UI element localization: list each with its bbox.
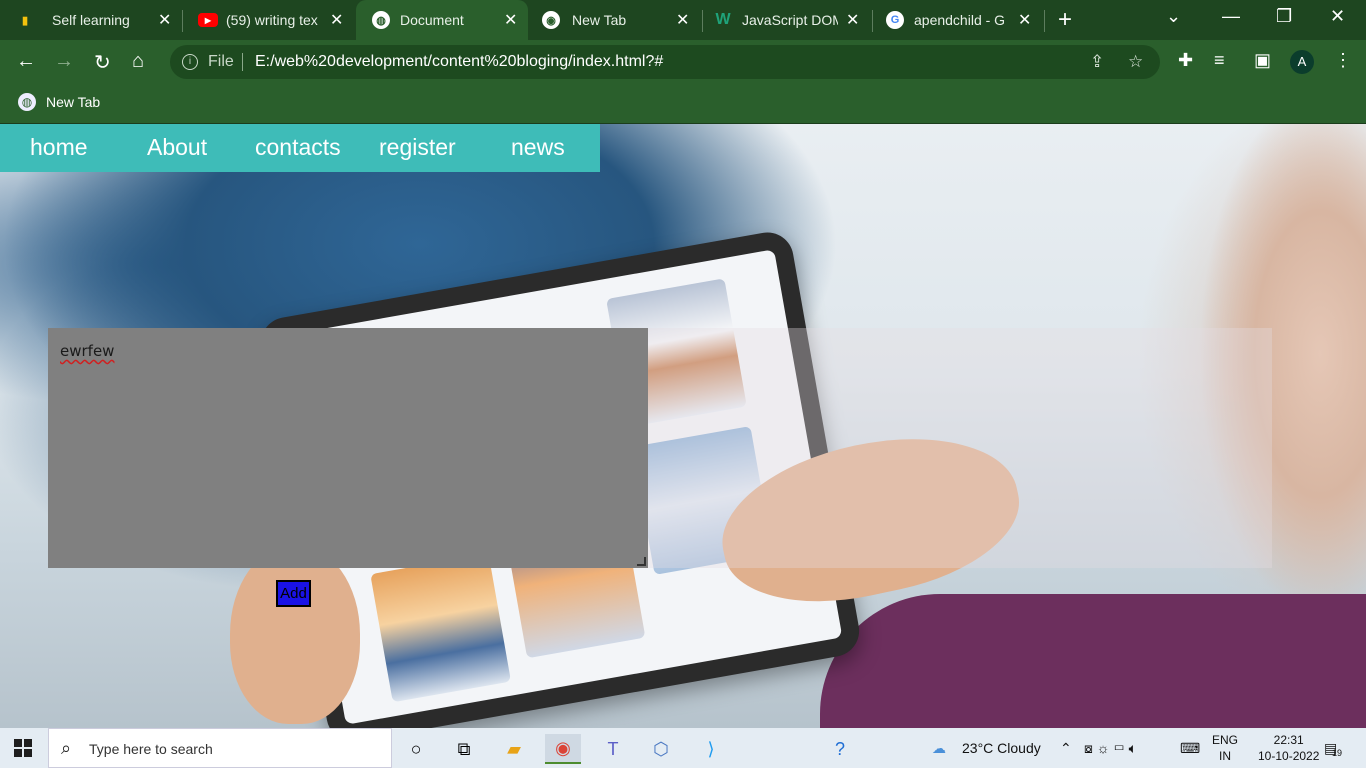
globe-icon: ◍ [18,93,36,111]
bookmark-new-tab[interactable]: ◍ New Tab [18,93,100,111]
windows-taskbar: ⌕ Type here to search ○ ⧉ ▰ ◉ T ⬡ ⟩ ? ☁ … [0,728,1366,768]
tab-apendchild[interactable]: G apendchild - G ✕ [874,0,1044,40]
chrome-taskbar-icon[interactable]: ◉ [545,734,581,764]
scheme-label: File [208,53,234,70]
tab-self-learning[interactable]: ▮ Self learning ✕ [0,0,180,40]
share-icon[interactable]: ⇪ [1090,52,1104,72]
page-viewport: home About contacts register news ewrfew… [0,124,1366,728]
close-icon[interactable]: ✕ [1018,10,1031,30]
tab-label: JavaScript DOM [742,12,838,28]
tray-icons[interactable]: ⧇ ☼ ▭ 🔈︎ [1084,740,1137,757]
close-icon[interactable]: ✕ [330,10,343,30]
tablet-thumbnail [370,553,512,703]
w-icon: W [715,11,731,28]
globe-icon: ◍ [372,11,390,29]
tab-label: New Tab [572,12,627,28]
tab-document[interactable]: ◍ Document ✕ [356,0,528,40]
nav-news[interactable]: news [511,134,565,161]
cortana-circle-icon[interactable]: ○ [398,734,434,764]
resize-handle-icon[interactable] [637,557,646,566]
info-icon[interactable]: i [182,54,198,70]
lang-code: ENG [1212,733,1239,747]
tab-divider [872,10,873,32]
address-divider [242,53,243,71]
nav-home[interactable]: home [30,134,88,161]
notification-count: 19 [1332,748,1343,758]
3d-viewer-icon[interactable]: ⬡ [643,734,679,764]
window-close-icon[interactable]: ✕ [1330,6,1345,27]
google-icon: G [886,11,904,29]
home-icon[interactable]: ⌂ [132,50,144,73]
note-textarea[interactable]: ewrfew [48,328,648,568]
tab-strip: ▮ Self learning ✕ ▶ (59) writing tex ✕ ◍… [0,0,1366,40]
tab-label: Self learning [52,12,130,28]
search-placeholder: Type here to search [89,741,213,757]
star-icon[interactable]: ☆ [1128,52,1143,72]
cloud-icon[interactable]: ☁ [932,740,946,757]
browser-toolbar: ← → ↻ ⌂ i File E:/web%20development/cont… [0,40,1366,84]
media-queue-icon[interactable]: ≡ [1214,50,1225,71]
minimize-icon[interactable]: — [1222,6,1240,27]
menu-kebab-icon[interactable]: ⋮ [1334,50,1352,71]
address-bar[interactable]: i File E:/web%20development/content%20bl… [170,45,1160,79]
tab-divider [702,10,703,32]
tab-new-tab[interactable]: ◉ New Tab ✕ [530,0,700,40]
tab-label: apendchild - G [914,12,1006,28]
tab-search-chevron-icon[interactable]: ⌄ [1166,6,1181,27]
url-text[interactable]: E:/web%20development/content%20bloging/i… [255,53,663,71]
chrome-icon: ◉ [542,11,560,29]
tab-label: Document [400,12,464,28]
help-icon[interactable]: ? [822,734,858,764]
close-icon[interactable]: ✕ [504,10,517,30]
reload-icon[interactable]: ↻ [94,50,111,75]
task-view-icon[interactable]: ⧉ [446,734,482,764]
tab-divider [182,10,183,32]
tab-divider [1044,10,1045,32]
note-text: ewrfew [60,342,115,360]
close-icon[interactable]: ✕ [846,10,859,30]
nav-register[interactable]: register [379,134,456,161]
tab-label: (59) writing tex [226,12,318,28]
restore-icon[interactable]: ❐ [1276,6,1292,27]
add-button[interactable]: Add [276,580,311,607]
windows-start-icon[interactable] [14,739,32,757]
time: 22:31 [1273,733,1304,747]
new-tab-plus-icon[interactable]: + [1058,6,1072,34]
close-icon[interactable]: ✕ [158,10,171,30]
tab-youtube[interactable]: ▶ (59) writing tex ✕ [184,0,354,40]
keyboard-icon[interactable]: ⌨ [1180,740,1200,757]
taskbar-search[interactable]: ⌕ Type here to search [48,728,392,768]
site-navbar: home About contacts register news [0,124,600,172]
extensions-puzzle-icon[interactable]: ✚ [1178,50,1193,71]
bars-icon: ▮ [21,14,29,27]
teams-icon[interactable]: T [595,734,631,764]
vscode-icon[interactable]: ⟩ [693,734,729,764]
tab-javascript-dom[interactable]: W JavaScript DOM ✕ [704,0,870,40]
date: 10-10-2022 [1258,749,1320,763]
file-explorer-icon[interactable]: ▰ [496,734,532,764]
background-sleeve [820,594,1366,728]
profile-avatar[interactable]: A [1290,50,1314,74]
lang-region: IN [1219,749,1231,763]
back-arrow-icon[interactable]: ← [16,50,36,73]
bookmarks-bar: ◍ New Tab [0,84,1366,124]
forward-arrow-icon[interactable]: → [54,50,74,73]
nav-contacts[interactable]: contacts [255,134,341,161]
clock[interactable]: 22:31 10-10-2022 [1258,732,1319,764]
side-panel-icon[interactable]: ▣ [1254,50,1271,71]
close-icon[interactable]: ✕ [676,10,689,30]
youtube-icon: ▶ [198,13,218,27]
background-hand [230,544,360,724]
nav-about[interactable]: About [147,134,207,161]
weather-text[interactable]: 23°C Cloudy [962,740,1041,756]
search-icon: ⌕ [61,738,72,758]
chevron-up-icon[interactable]: ⌃ [1060,740,1072,757]
language-indicator[interactable]: ENG IN [1212,732,1238,764]
bookmark-label: New Tab [46,94,101,110]
